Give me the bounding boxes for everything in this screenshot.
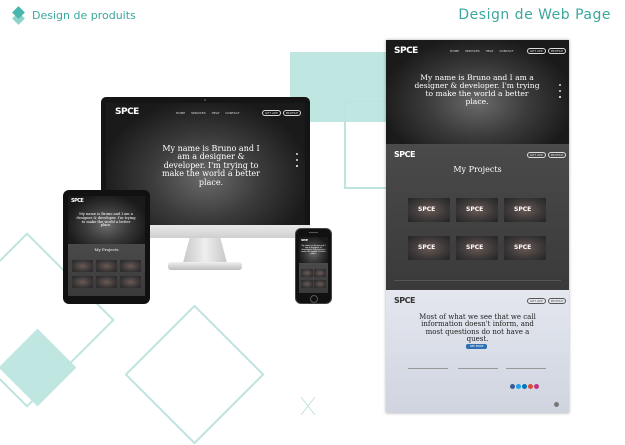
webpage-projects-section: SPCE GET APP PROFILE My Projects SPCE SP… (386, 144, 569, 290)
tablet-screen: SPCE My name is Bruno and I am a designe… (68, 196, 145, 296)
project-thumbnail[interactable] (314, 269, 326, 277)
webpage-quote-logo[interactable]: SPCE (394, 296, 415, 305)
project-thumbnail[interactable]: SPCE (408, 236, 450, 260)
project-thumbnail[interactable]: SPCE (504, 198, 546, 222)
webpage-projects-footer-line (394, 280, 561, 281)
project-thumbnail[interactable]: SPCE (408, 198, 450, 222)
social-icon[interactable] (534, 384, 539, 389)
webpage-nav-pills: GET APP PROFILE (527, 48, 567, 54)
project-thumbnail[interactable] (96, 260, 117, 272)
project-thumbnail[interactable] (96, 276, 117, 288)
footer-info-right (506, 368, 546, 383)
nav-contact[interactable]: CONTACT (499, 49, 513, 53)
webpage-brand-logo[interactable]: SPCE (394, 46, 418, 56)
header-left: Design de produits (12, 6, 136, 25)
monitor-stand (183, 238, 227, 263)
project-thumbnail[interactable] (72, 276, 93, 288)
slider-dot[interactable] (559, 96, 561, 98)
decorative-x-mark (300, 396, 316, 416)
phone-projects (299, 263, 328, 293)
tablet-device: SPCE My name is Bruno and I am a designe… (63, 190, 150, 304)
phone-hero-headline: My name is Bruno and I am a designer & d… (301, 245, 326, 256)
desktop-hero-headline: My name is Bruno and I am a designer & d… (162, 144, 260, 187)
nav-help[interactable]: HELP (486, 49, 494, 53)
scroll-to-top-icon[interactable] (554, 402, 559, 407)
nav-home[interactable]: HOME (176, 111, 185, 115)
section-title-web-page: Design de Web Page (458, 7, 611, 23)
phone-device: SPCE My name is Bruno and I am a designe… (295, 228, 332, 304)
footer-info-left (408, 368, 448, 383)
project-thumbnail[interactable] (72, 260, 93, 272)
phone-home-button[interactable] (310, 295, 318, 303)
profile-button[interactable]: PROFILE (547, 48, 567, 54)
monitor-camera (204, 99, 206, 101)
get-app-button[interactable]: GET APP (527, 298, 546, 304)
profile-button[interactable]: PROFILE (547, 152, 567, 158)
project-thumbnail[interactable]: SPCE (504, 236, 546, 260)
tablet-projects-title: My Projects (94, 247, 119, 252)
project-thumbnail[interactable] (301, 269, 313, 277)
webpage-hero-section: SPCE HOME SERVICES HELP CONTACT GET APP … (386, 40, 569, 144)
phone-screen: SPCE My name is Bruno and I am a designe… (299, 237, 328, 293)
webpage-mockup: SPCE HOME SERVICES HELP CONTACT GET APP … (386, 40, 569, 413)
webpage-projects-nav-pills: GET APP PROFILE (527, 152, 567, 158)
project-thumbnail[interactable] (120, 276, 141, 288)
desktop-brand-logo[interactable]: SPCE (115, 107, 139, 117)
social-icon[interactable] (516, 384, 521, 389)
webpage-quote-text: Most of what we see that we call informa… (419, 313, 536, 344)
slider-dot[interactable] (296, 165, 298, 167)
tablet-projects: My Projects (68, 244, 145, 296)
project-thumbnail[interactable] (120, 260, 141, 272)
tablet-brand-logo[interactable]: SPCE (71, 198, 84, 204)
get-app-button[interactable]: GET APP (527, 152, 546, 158)
nav-home[interactable]: HOME (450, 49, 459, 53)
section-title-products: Design de produits (32, 8, 136, 22)
get-app-button[interactable]: GET APP (262, 110, 281, 116)
tablet-hero-headline: My name is Bruno and I am a designer & d… (76, 212, 136, 228)
decorative-diamond-bottom (124, 304, 265, 445)
webpage-quote-nav-pills: GET APP PROFILE (527, 298, 567, 304)
profile-button[interactable]: PROFILE (282, 110, 302, 116)
nav-services[interactable]: SERVICES (191, 111, 206, 115)
webpage-projects-logo[interactable]: SPCE (394, 150, 415, 159)
nav-contact[interactable]: CONTACT (225, 111, 239, 115)
nav-help[interactable]: HELP (212, 111, 220, 115)
monitor-base (168, 262, 242, 270)
webpage-nav: HOME SERVICES HELP CONTACT (450, 49, 514, 53)
phone-speaker (309, 232, 318, 233)
phone-brand-logo[interactable]: SPCE (301, 238, 308, 242)
profile-button[interactable]: PROFILE (547, 298, 567, 304)
slider-dot[interactable] (559, 84, 561, 86)
slider-dot[interactable] (559, 90, 561, 92)
get-app-button[interactable]: GET APP (527, 48, 546, 54)
slider-dot[interactable] (296, 159, 298, 161)
project-thumbnail[interactable] (314, 280, 326, 288)
social-icons (510, 384, 539, 389)
webpage-hero-headline: My name is Bruno and I am a designer & d… (414, 73, 540, 106)
nav-services[interactable]: SERVICES (465, 49, 480, 53)
social-icon[interactable] (510, 384, 515, 389)
webpage-projects-title: My Projects (453, 165, 502, 174)
webpage-quote-section: SPCE GET APP PROFILE Most of what we see… (386, 290, 569, 413)
social-icon[interactable] (522, 384, 527, 389)
project-thumbnail[interactable]: SPCE (456, 198, 498, 222)
social-icon[interactable] (528, 384, 533, 389)
diamond-logo-icon (12, 6, 26, 25)
project-thumbnail[interactable] (301, 280, 313, 288)
footer-info-center (458, 368, 498, 391)
tablet-hero: SPCE My name is Bruno and I am a designe… (68, 196, 145, 244)
see-more-button[interactable]: SEE MORE (466, 344, 488, 349)
project-thumbnail[interactable]: SPCE (456, 236, 498, 260)
phone-hero: SPCE My name is Bruno and I am a designe… (299, 237, 328, 263)
slider-dot[interactable] (296, 153, 298, 155)
desktop-nav: HOME SERVICES HELP CONTACT (176, 111, 240, 115)
desktop-nav-pills: GET APP PROFILE (262, 110, 302, 116)
